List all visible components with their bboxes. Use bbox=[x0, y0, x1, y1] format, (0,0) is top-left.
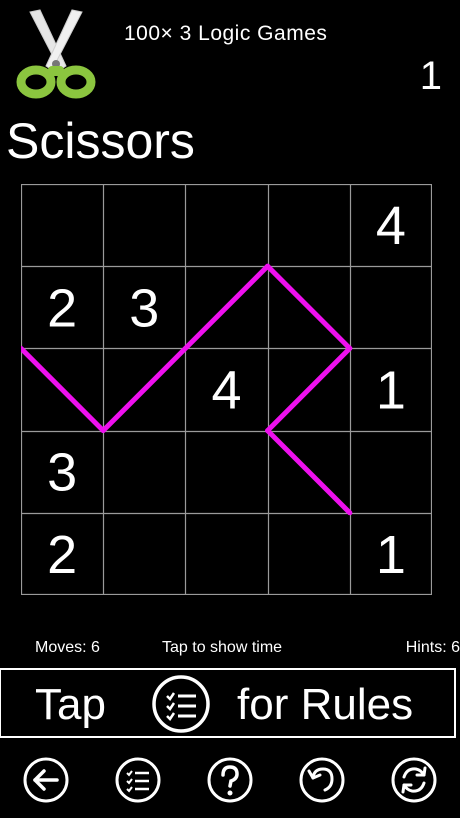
puzzle-board[interactable]: 42 34 132 1 bbox=[21, 184, 432, 595]
cell-clue-number: 4 bbox=[211, 361, 241, 421]
board-cell[interactable] bbox=[185, 513, 267, 595]
refresh-icon bbox=[391, 757, 437, 803]
board-cell[interactable] bbox=[350, 266, 432, 348]
help-button[interactable] bbox=[206, 756, 254, 804]
cell-clue-number: 2 bbox=[47, 278, 77, 338]
list-checks-icon bbox=[152, 675, 210, 733]
scissors-logo-icon bbox=[16, 9, 96, 99]
rules-banner-rules-text: for Rules bbox=[237, 680, 414, 729]
cell-clue-number: 4 bbox=[376, 196, 406, 256]
undo-button[interactable] bbox=[298, 756, 346, 804]
board-cell[interactable] bbox=[103, 431, 185, 513]
rules-button[interactable] bbox=[114, 756, 162, 804]
cell-clue-number: 3 bbox=[129, 278, 159, 338]
cell-clue-number: 2 bbox=[47, 525, 77, 585]
level-number: 1 bbox=[419, 54, 442, 98]
list-checks-icon bbox=[115, 757, 161, 803]
board-cell[interactable] bbox=[350, 431, 432, 513]
cell-clue-number: 1 bbox=[376, 525, 406, 585]
puzzle-title: Scissors bbox=[6, 113, 195, 169]
show-time-toggle[interactable]: Tap to show time bbox=[162, 639, 282, 657]
cell-clue-number: 3 bbox=[47, 443, 77, 503]
app-title: 100× 3 Logic Games bbox=[124, 22, 328, 45]
question-icon bbox=[207, 757, 253, 803]
cell-clue-number: 1 bbox=[376, 361, 406, 421]
restart-button[interactable] bbox=[390, 756, 438, 804]
undo-icon bbox=[299, 757, 345, 803]
back-button[interactable] bbox=[22, 756, 70, 804]
board-cell[interactable] bbox=[103, 513, 185, 595]
rules-banner-tap-text: Tap bbox=[35, 680, 106, 729]
hints-counter[interactable]: Hints: 6 bbox=[406, 639, 460, 657]
arrow-left-icon bbox=[23, 757, 69, 803]
board-cell[interactable] bbox=[185, 184, 267, 266]
board-cell[interactable] bbox=[268, 184, 350, 266]
rules-banner[interactable]: Tap for Rules bbox=[0, 668, 456, 738]
board-cell[interactable] bbox=[103, 184, 185, 266]
board-cell[interactable] bbox=[268, 513, 350, 595]
board-cell[interactable] bbox=[21, 184, 103, 266]
moves-counter: Moves: 6 bbox=[35, 639, 100, 656]
board-cell[interactable] bbox=[185, 431, 267, 513]
